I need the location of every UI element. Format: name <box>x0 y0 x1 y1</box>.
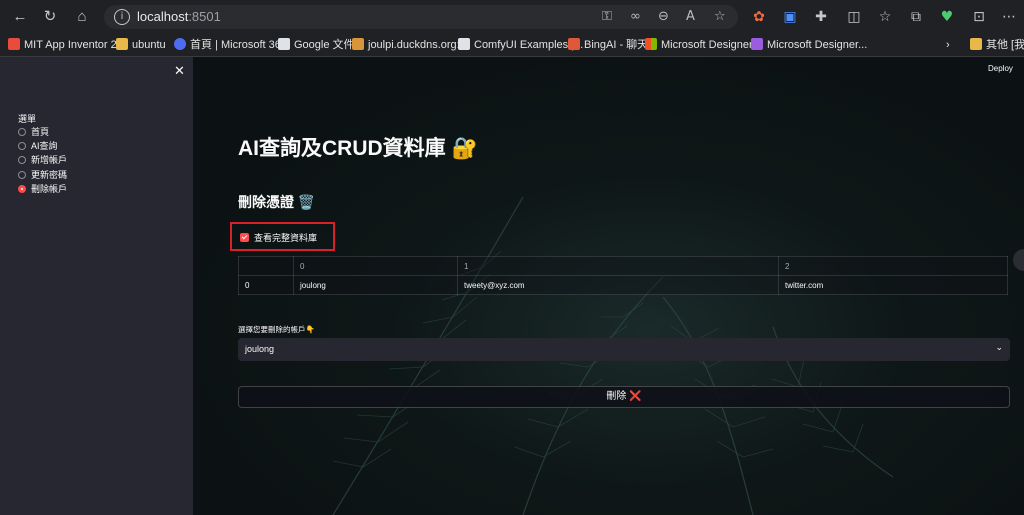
duckdns-icon <box>352 38 364 50</box>
bookmark-item[interactable]: Microsoft Designer... <box>751 37 867 53</box>
home-icon[interactable]: ⌂ <box>72 7 92 27</box>
section-title: 刪除憑證 🗑️ <box>238 194 316 210</box>
bookmark-item[interactable]: BingAI - 聊天 <box>568 37 648 53</box>
browser-toolbar: ← ↻ ⌂ i localhost:8501 ⚿ ∞ ⊖ A ☆ ✿ ▣ ✚ ◫… <box>0 0 1024 34</box>
bookmarks-bar: MIT App Inventor 2... ubuntu 首頁 | Micros… <box>0 34 1024 57</box>
extension-icon[interactable]: ✿ <box>750 8 768 26</box>
table-header-cell <box>238 256 294 276</box>
microsoft365-icon <box>174 38 186 50</box>
radio-icon[interactable] <box>18 156 26 164</box>
back-icon[interactable]: ← <box>10 7 30 27</box>
health-icon[interactable]: ♥ <box>938 8 956 26</box>
address-bar[interactable]: i localhost:8501 ⚿ ∞ ⊖ A ☆ <box>104 5 738 29</box>
radio-icon[interactable] <box>18 142 26 150</box>
sidebar-option-home[interactable]: 首頁 <box>18 126 49 139</box>
bookmark-item[interactable]: 首頁 | Microsoft 365 <box>174 37 287 53</box>
table-cell: tweety@xyz.com <box>457 275 779 295</box>
table-header-cell: 2 <box>778 256 1008 276</box>
table-cell: twitter.com <box>778 275 1008 295</box>
sidebar-option-delete-account[interactable]: 刪除帳戶 <box>18 183 67 196</box>
sidebar-option-update-password[interactable]: 更新密碼 <box>18 169 67 182</box>
account-select-value: joulong <box>245 344 275 354</box>
radio-icon[interactable] <box>18 128 26 136</box>
extensions-puzzle-icon[interactable]: ✚ <box>812 8 830 26</box>
table-cell: joulong <box>293 275 458 295</box>
bookmark-item[interactable]: Microsoft Designer... <box>645 37 761 53</box>
sidebar: ✕ 選單 首頁 AI查詢 新增帳戶 更新密碼 刪除帳戶 <box>0 57 193 515</box>
zoom-icon[interactable]: ⊖ <box>658 9 669 24</box>
chevron-down-icon[interactable]: ⌄ <box>995 343 1003 353</box>
table-header-cell: 1 <box>457 256 779 276</box>
sidebar-option-add-account[interactable]: 新增帳戶 <box>18 154 67 167</box>
cross-mark-icon: ❌ <box>629 391 642 402</box>
table-row: 0 joulong tweety@xyz.com twitter.com <box>238 275 1008 295</box>
delete-button[interactable]: 刪除 ❌ <box>238 386 1010 408</box>
bing-icon <box>568 38 580 50</box>
bookmark-item[interactable]: MIT App Inventor 2... <box>8 37 126 53</box>
sidebar-menu-title: 選單 <box>18 114 37 124</box>
favorites-icon[interactable]: ☆ <box>876 8 894 26</box>
table-header-cell: 0 <box>293 256 458 276</box>
document-icon <box>458 38 470 50</box>
close-icon[interactable]: ✕ <box>174 63 185 79</box>
chevron-right-icon[interactable]: › <box>946 37 950 53</box>
collections-icon[interactable]: ⧉ <box>907 8 925 26</box>
favorite-star-icon[interactable]: ☆ <box>714 9 726 24</box>
url-text[interactable]: localhost:8501 <box>137 9 221 24</box>
bookmark-folder-other[interactable]: 其他 [我的 <box>970 37 1024 53</box>
deploy-button[interactable]: Deploy <box>988 64 1013 73</box>
folder-icon <box>970 38 982 50</box>
sidebar-option-ai-query[interactable]: AI查詢 <box>18 140 58 153</box>
checkbox-checked-icon[interactable] <box>240 233 249 242</box>
table-index-cell: 0 <box>238 275 294 295</box>
account-select[interactable]: joulong ⌄ <box>238 338 1010 361</box>
table-header-row: 0 1 2 <box>238 256 1008 276</box>
split-screen-icon[interactable]: ◫ <box>845 8 863 26</box>
account-select-label: 選擇您要刪除的帳戶👇 <box>238 325 315 334</box>
page-title: AI查詢及CRUD資料庫 🔐 <box>238 137 478 160</box>
key-icon[interactable]: ⚿ <box>602 9 612 24</box>
main-content: Deploy AI查詢及CRUD資料庫 🔐 刪除憑證 🗑️ 查看完整資料庫 0 … <box>193 57 1024 515</box>
app-inventor-icon <box>8 38 20 50</box>
bookmark-item[interactable]: ComfyUI Examples |... <box>458 37 583 53</box>
designer-icon <box>751 38 763 50</box>
reload-icon[interactable]: ↻ <box>40 7 60 27</box>
bookmark-item[interactable]: Google 文件 <box>278 37 355 53</box>
view-database-checkbox[interactable]: 查看完整資料庫 <box>230 222 335 251</box>
document-icon <box>278 38 290 50</box>
screenshot-icon[interactable]: ⊡ <box>970 8 988 26</box>
bookmark-item[interactable]: ubuntu <box>116 37 166 53</box>
database-table: 0 1 2 0 joulong tweety@xyz.com twitter.c… <box>238 256 1008 295</box>
microsoft-icon <box>645 38 657 50</box>
translate-icon[interactable]: ▣ <box>781 8 799 26</box>
radio-icon[interactable] <box>18 171 26 179</box>
more-menu-icon[interactable]: ⋯ <box>1000 8 1018 26</box>
site-info-icon[interactable]: i <box>114 9 130 25</box>
radio-selected-icon[interactable] <box>18 185 26 193</box>
folder-icon <box>116 38 128 50</box>
text-size-icon[interactable]: A <box>686 9 695 24</box>
checkbox-label: 查看完整資料庫 <box>254 233 318 243</box>
read-aloud-icon[interactable]: ∞ <box>630 9 641 24</box>
bookmark-item[interactable]: joulpi.duckdns.org:... <box>352 37 469 53</box>
